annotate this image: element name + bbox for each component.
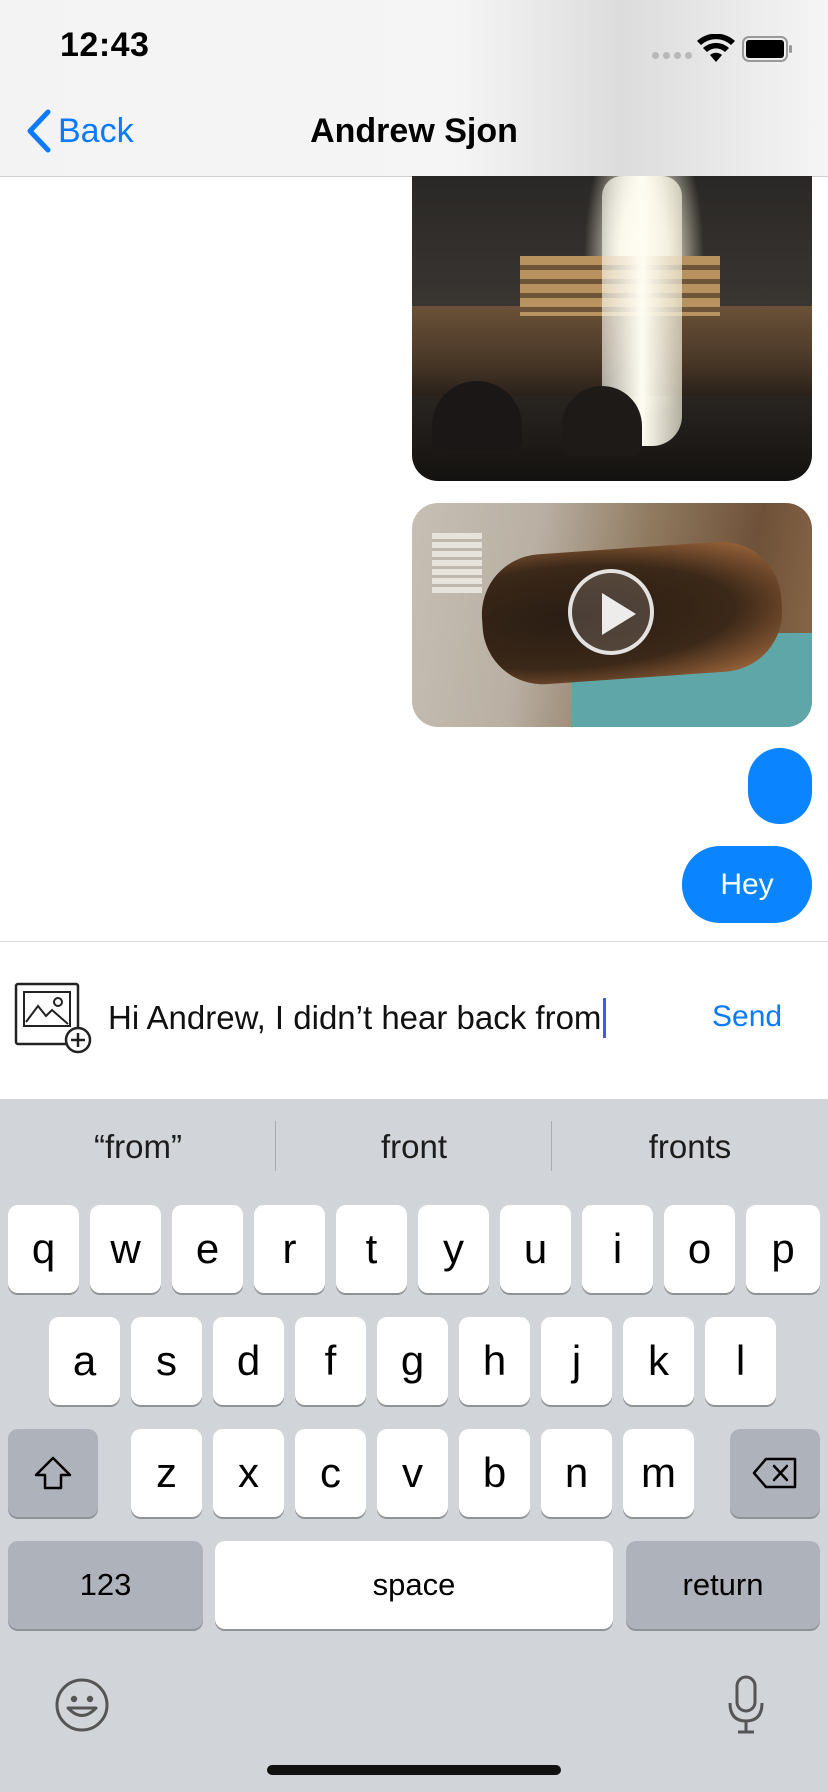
video-message[interactable] [412, 503, 812, 727]
space-key[interactable]: space [215, 1541, 613, 1629]
composer-divider [0, 941, 828, 942]
play-icon[interactable] [568, 569, 654, 655]
message-bubble-empty[interactable] [748, 748, 812, 824]
message-input-text: Hi Andrew, I didn’t hear back from [108, 999, 602, 1036]
key-w[interactable]: w [90, 1205, 161, 1293]
return-key[interactable]: return [626, 1541, 820, 1629]
key-g[interactable]: g [377, 1317, 448, 1405]
key-u[interactable]: u [500, 1205, 571, 1293]
key-i[interactable]: i [582, 1205, 653, 1293]
microphone-icon[interactable] [726, 1675, 766, 1735]
video-blinds [432, 533, 482, 593]
key-t[interactable]: t [336, 1205, 407, 1293]
suggestion-2[interactable]: front [276, 1119, 552, 1175]
key-j[interactable]: j [541, 1317, 612, 1405]
image-message[interactable] [412, 176, 812, 481]
message-input[interactable]: Hi Andrew, I didn’t hear back from [108, 990, 668, 1046]
home-indicator[interactable] [267, 1765, 561, 1775]
key-z[interactable]: z [131, 1429, 202, 1517]
battery-icon [742, 36, 792, 62]
add-photo-icon[interactable] [14, 982, 94, 1056]
shift-key[interactable] [8, 1429, 98, 1517]
key-r[interactable]: r [254, 1205, 325, 1293]
key-b[interactable]: b [459, 1429, 530, 1517]
suggestion-3[interactable]: fronts [552, 1119, 828, 1175]
key-k[interactable]: k [623, 1317, 694, 1405]
numbers-key[interactable]: 123 [8, 1541, 203, 1629]
key-n[interactable]: n [541, 1429, 612, 1517]
text-caret [603, 998, 607, 1038]
status-time: 12:43 [60, 26, 150, 64]
cellular-signal-icon [652, 52, 692, 59]
wifi-icon [697, 34, 735, 62]
key-q[interactable]: q [8, 1205, 79, 1293]
suggestion-1[interactable]: “from” [0, 1119, 276, 1175]
shift-icon [34, 1456, 72, 1490]
message-bubble[interactable]: Hey [682, 846, 812, 923]
key-d[interactable]: d [213, 1317, 284, 1405]
key-c[interactable]: c [295, 1429, 366, 1517]
conversation-title: Andrew Sjon [310, 112, 518, 150]
key-e[interactable]: e [172, 1205, 243, 1293]
delete-key[interactable] [730, 1429, 820, 1517]
key-v[interactable]: v [377, 1429, 448, 1517]
keyboard: “from” front fronts q w e r t y u i o p … [0, 1099, 828, 1792]
key-h[interactable]: h [459, 1317, 530, 1405]
key-l[interactable]: l [705, 1317, 776, 1405]
send-button[interactable]: Send [712, 1000, 782, 1034]
key-y[interactable]: y [418, 1205, 489, 1293]
photo-audience-head [562, 386, 642, 456]
emoji-icon[interactable] [54, 1677, 110, 1733]
key-o[interactable]: o [664, 1205, 735, 1293]
key-f[interactable]: f [295, 1317, 366, 1405]
key-x[interactable]: x [213, 1429, 284, 1517]
key-m[interactable]: m [623, 1429, 694, 1517]
key-p[interactable]: p [746, 1205, 820, 1293]
key-s[interactable]: s [131, 1317, 202, 1405]
key-a[interactable]: a [49, 1317, 120, 1405]
backspace-icon [752, 1457, 797, 1489]
